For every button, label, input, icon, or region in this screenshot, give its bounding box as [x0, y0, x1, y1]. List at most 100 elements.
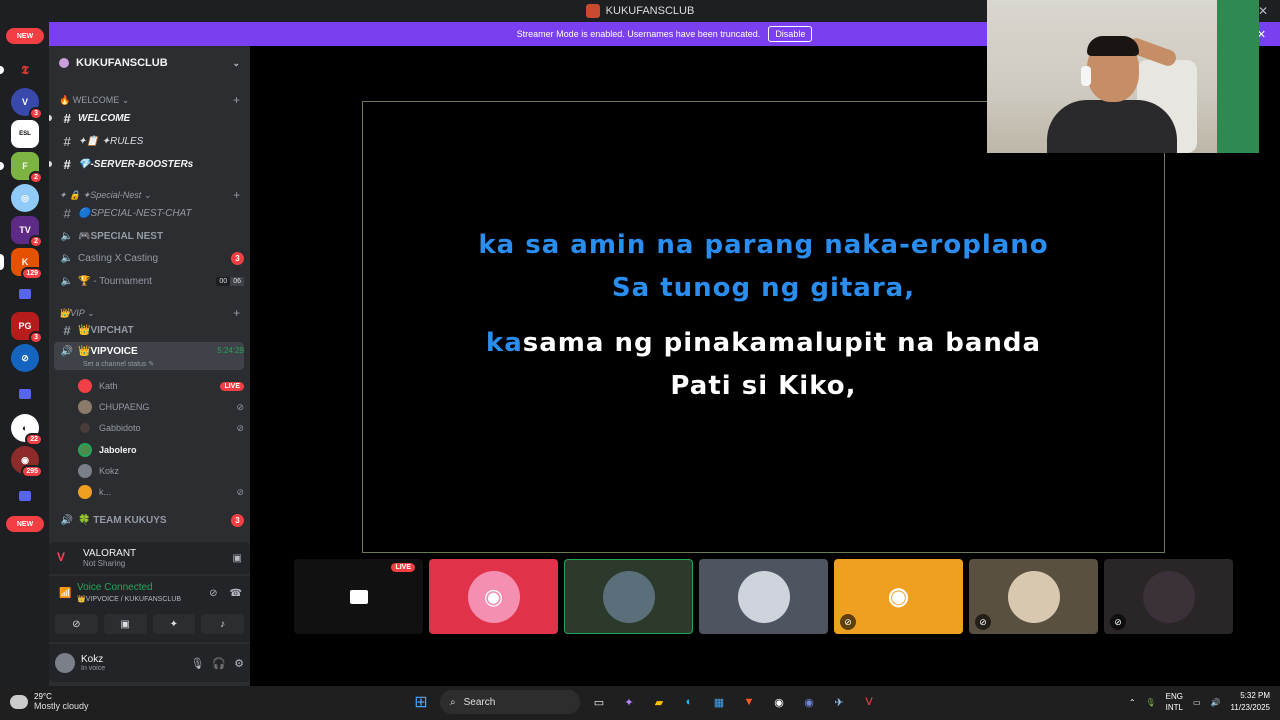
file-explorer-icon[interactable]: ▰	[648, 691, 670, 713]
server-icon[interactable]: V3	[11, 88, 43, 120]
category-welcome[interactable]: 🔥 WELCOME ⌄ +	[59, 93, 240, 107]
participant-tile[interactable]	[699, 559, 828, 634]
mention-badge: 22	[25, 433, 43, 446]
weather-temp: 29°C	[34, 692, 52, 701]
store-icon[interactable]: ▦	[708, 691, 730, 713]
windows-start-icon[interactable]: ⊞	[410, 691, 432, 713]
windows-taskbar: 29°C Mostly cloudy ⊞ ⌕ Search ▭ ✦ ▰ ◐ ▦ ▼…	[0, 686, 1280, 720]
headphones-icon[interactable]: 🎧	[212, 657, 226, 670]
server-icon[interactable]: ◎	[11, 184, 39, 212]
category-vip[interactable]: 👑VIP ⌄ +	[59, 306, 240, 320]
channel-casting[interactable]: 🔈 Casting X Casting 3	[54, 248, 244, 268]
server-icon[interactable]: ESL	[11, 120, 39, 148]
speaker-icon: 🔊	[60, 514, 74, 526]
channel-vipvoice[interactable]: 🔊 👑VIPVOICE 5:24:29 Set a channel status ✎	[54, 342, 244, 370]
participant-tile[interactable]: ◉	[429, 559, 558, 634]
language-indicator[interactable]: ENG INTL	[1166, 691, 1183, 713]
add-channel-icon[interactable]: +	[233, 306, 240, 320]
server-icon[interactable]: PG 3	[11, 312, 43, 344]
channel-label: 🏆 - Tournament	[78, 275, 152, 287]
text-channel-icon: #	[63, 322, 71, 338]
soundboard-button[interactable]: ♪	[201, 614, 244, 634]
activity-panel[interactable]: V VALORANT Not Sharing ▣	[49, 542, 250, 574]
folder-icon[interactable]	[11, 380, 39, 408]
chevron-down-icon[interactable]: ⌄	[232, 58, 240, 69]
steam-icon[interactable]: ✈	[828, 691, 850, 713]
channel-tournament[interactable]: 🔈 🏆 - Tournament 00 06	[54, 271, 244, 291]
unread-pip	[0, 162, 4, 170]
channel-status[interactable]: Set a channel status ✎	[83, 360, 154, 368]
channel-rules[interactable]: # ✦📋 ✦RULES	[54, 131, 244, 151]
server-icon[interactable]: ⊘	[11, 344, 39, 372]
gear-icon[interactable]: ⚙	[234, 657, 244, 670]
network-icon[interactable]: ▭	[1193, 698, 1201, 707]
participant-tile[interactable]: ◉ ⊘	[834, 559, 963, 634]
lyric-highlight: ka	[485, 328, 523, 358]
folder-icon[interactable]	[11, 482, 39, 510]
channel-vipchat[interactable]: # 👑VIPCHAT	[54, 320, 244, 340]
server-avatar-icon	[59, 58, 69, 68]
server-icon[interactable]: TV 2	[11, 216, 43, 248]
add-channel-icon[interactable]: +	[233, 93, 240, 107]
deafened-icon: ⊘	[236, 422, 244, 433]
server-icon[interactable]: ◐ 22	[11, 414, 43, 446]
voice-user[interactable]: Kath LIVE	[78, 376, 244, 396]
voice-user[interactable]: Kokz	[78, 461, 244, 481]
voice-user[interactable]: k... ⊘	[78, 482, 244, 502]
channel-special-nest[interactable]: 🔈 🎮SPECIAL NEST	[54, 226, 244, 246]
volume-icon[interactable]: 🔊	[1211, 698, 1221, 707]
participant-tile-speaking[interactable]	[564, 559, 693, 634]
copilot-icon[interactable]: ✦	[618, 691, 640, 713]
noise-suppression-icon[interactable]: ⊘	[209, 588, 217, 599]
microphone-icon[interactable]: 🎙	[190, 657, 204, 670]
new-badge[interactable]: NEW	[6, 28, 44, 44]
voice-user[interactable]: CHUPAENG ⊘	[78, 397, 244, 417]
brave-icon[interactable]: ▼	[738, 691, 760, 713]
microphone-icon[interactable]: 🎙	[1146, 698, 1156, 707]
activities-button[interactable]: ✦	[152, 614, 196, 634]
signal-icon[interactable]: 📶	[59, 588, 71, 599]
participant-tile[interactable]: LIVE	[294, 559, 423, 634]
channel-team-kukuys[interactable]: 🔊 🍀 TEAM KUKUYS 3	[54, 510, 244, 530]
server-list: NEW 𝕿 V3 ESL F2 ◎ TV 2 K 129 PG 3 ⊘ ◐ 22 ◉ 29…	[0, 22, 49, 686]
camera-off-button[interactable]: ⊘	[55, 614, 98, 634]
stream-video[interactable]: ka sa amin na parang naka-eroplano Sa tu…	[362, 101, 1165, 553]
category-special-nest[interactable]: ✦ 🔒 ✦Special-Nest ⌄ +	[59, 188, 240, 202]
voice-action-row: ⊘ ▣ ✦ ♪	[55, 614, 244, 634]
voice-user-speaking[interactable]: Jabolero	[78, 440, 244, 460]
obs-icon[interactable]: ◉	[768, 691, 790, 713]
username: Kokz	[81, 654, 104, 665]
discord-icon[interactable]: ◉	[798, 691, 820, 713]
channel-special-nest-chat[interactable]: # 🔵SPECIAL-NEST-CHAT	[54, 203, 244, 223]
server-logo-icon[interactable]: 𝕿	[11, 56, 39, 84]
screen-share-button[interactable]: ▣	[103, 614, 147, 634]
participant-tile[interactable]: ⊘	[969, 559, 1098, 634]
disconnect-icon[interactable]: ☎	[230, 588, 242, 599]
server-icon[interactable]: F2	[11, 152, 43, 184]
webcam-person	[1047, 100, 1177, 153]
voice-user-name: Kath	[99, 381, 118, 391]
weather-widget[interactable]: 29°C Mostly cloudy	[10, 692, 89, 711]
voice-user[interactable]: Gabbidoto ⊘	[78, 418, 244, 438]
avatar[interactable]	[55, 653, 75, 673]
valorant-icon[interactable]: V	[858, 691, 880, 713]
server-header[interactable]: KUKUFANSCLUB ⌄	[49, 50, 250, 76]
screen-share-icon[interactable]: ▣	[233, 553, 242, 564]
new-badge[interactable]: NEW	[6, 516, 44, 532]
mention-badge: 295	[21, 465, 43, 478]
participant-tile[interactable]: ⊘	[1104, 559, 1233, 634]
search-input[interactable]: ⌕ Search	[440, 690, 580, 714]
folder-icon[interactable]	[11, 280, 39, 308]
channel-welcome[interactable]: # WELCOME	[54, 108, 244, 128]
edge-icon[interactable]: ◐	[678, 691, 700, 713]
chevron-up-icon[interactable]: ⌃	[1129, 698, 1136, 707]
server-icon[interactable]: K 129	[11, 248, 43, 280]
add-channel-icon[interactable]: +	[233, 188, 240, 202]
lyric-rest: sama ng pinakamalupit na banda	[522, 328, 1042, 358]
live-badge: LIVE	[391, 563, 415, 572]
clock[interactable]: 5:32 PM 11/23/2025	[1231, 690, 1270, 714]
disable-button[interactable]: Disable	[768, 26, 813, 42]
task-view-icon[interactable]: ▭	[588, 691, 610, 713]
server-icon[interactable]: ◉ 295	[11, 446, 43, 478]
channel-server-boosters[interactable]: # 💎-SERVER-BOOSTERs	[54, 154, 244, 174]
